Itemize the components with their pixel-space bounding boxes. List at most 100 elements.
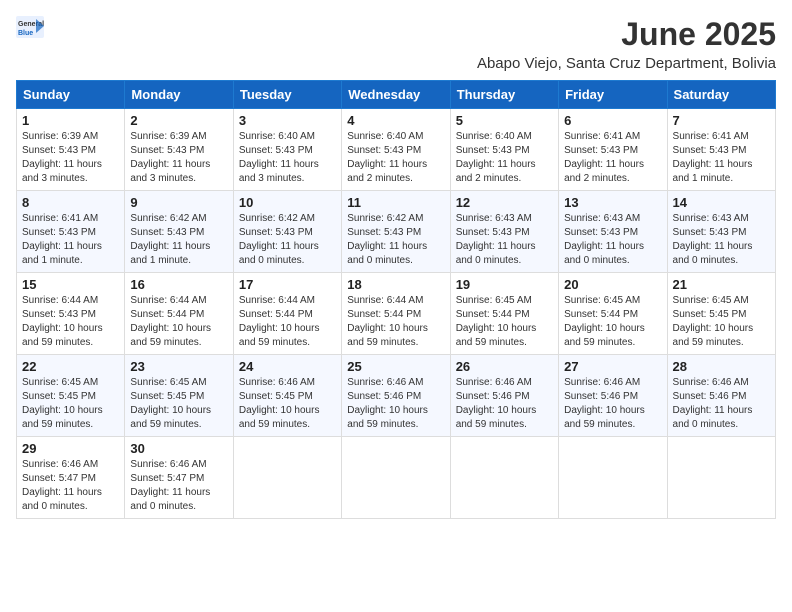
calendar-cell: 16 Sunrise: 6:44 AMSunset: 5:44 PMDayligh… xyxy=(125,273,233,355)
calendar-cell: 21Sunrise: 6:45 AMSunset: 5:45 PMDayligh… xyxy=(667,273,775,355)
calendar-cell: 28Sunrise: 6:46 AMSunset: 5:46 PMDayligh… xyxy=(667,355,775,437)
day-of-week-header: Tuesday xyxy=(233,81,341,109)
day-number: 4 xyxy=(347,113,444,128)
svg-text:Blue: Blue xyxy=(18,30,33,37)
calendar-cell xyxy=(667,437,775,519)
day-number: 2 xyxy=(130,113,227,128)
day-number: 5 xyxy=(456,113,553,128)
calendar-week-row: 15 Sunrise: 6:44 AMSunset: 5:43 PMDayligh… xyxy=(17,273,776,355)
day-number: 10 xyxy=(239,195,336,210)
logo: General Blue xyxy=(16,16,44,38)
calendar-cell: 17 Sunrise: 6:44 AMSunset: 5:44 PMDayligh… xyxy=(233,273,341,355)
calendar-cell: 24 Sunrise: 6:46 AMSunset: 5:45 PMDayligh… xyxy=(233,355,341,437)
cell-info: Sunrise: 6:42 AMSunset: 5:43 PMDaylight:… xyxy=(130,212,227,268)
day-number: 24 xyxy=(239,359,336,374)
cell-info: Sunrise: 6:46 AMSunset: 5:46 PMDaylight:… xyxy=(347,376,444,432)
day-number: 12 xyxy=(456,195,553,210)
calendar-cell: 3Sunrise: 6:40 AMSunset: 5:43 PMDaylight… xyxy=(233,109,341,191)
calendar-cell: 12Sunrise: 6:43 AMSunset: 5:43 PMDayligh… xyxy=(450,191,558,273)
cell-info: Sunrise: 6:45 AMSunset: 5:45 PMDaylight:… xyxy=(673,294,770,350)
day-number: 17 xyxy=(239,277,336,292)
cell-info: Sunrise: 6:46 AMSunset: 5:47 PMDaylight:… xyxy=(130,458,227,514)
cell-info: Sunrise: 6:39 AMSunset: 5:43 PMDaylight:… xyxy=(130,130,227,186)
day-number: 29 xyxy=(22,441,119,456)
day-number: 22 xyxy=(22,359,119,374)
cell-info: Sunrise: 6:40 AMSunset: 5:43 PMDaylight:… xyxy=(347,130,444,186)
calendar-cell: 26 Sunrise: 6:46 AMSunset: 5:46 PMDayligh… xyxy=(450,355,558,437)
day-of-week-header: Thursday xyxy=(450,81,558,109)
day-number: 8 xyxy=(22,195,119,210)
day-of-week-header: Saturday xyxy=(667,81,775,109)
title-area: June 2025 Abapo Viejo, Santa Cruz Depart… xyxy=(477,16,776,72)
calendar-cell: 5 Sunrise: 6:40 AMSunset: 5:43 PMDaylight… xyxy=(450,109,558,191)
cell-info: Sunrise: 6:46 AMSunset: 5:47 PMDaylight:… xyxy=(22,458,119,514)
calendar-week-row: 1 Sunrise: 6:39 AMSunset: 5:43 PMDaylight… xyxy=(17,109,776,191)
cell-info: Sunrise: 6:46 AMSunset: 5:45 PMDaylight:… xyxy=(239,376,336,432)
calendar-cell: 25 Sunrise: 6:46 AMSunset: 5:46 PMDayligh… xyxy=(342,355,450,437)
day-of-week-header: Sunday xyxy=(17,81,125,109)
cell-info: Sunrise: 6:45 AMSunset: 5:44 PMDaylight:… xyxy=(564,294,661,350)
calendar-cell xyxy=(233,437,341,519)
cell-info: Sunrise: 6:43 AMSunset: 5:43 PMDaylight:… xyxy=(673,212,770,268)
cell-info: Sunrise: 6:46 AMSunset: 5:46 PMDaylight:… xyxy=(456,376,553,432)
cell-info: Sunrise: 6:46 AMSunset: 5:46 PMDaylight:… xyxy=(673,376,770,432)
calendar-cell: 4 Sunrise: 6:40 AMSunset: 5:43 PMDaylight… xyxy=(342,109,450,191)
location-subtitle: Abapo Viejo, Santa Cruz Department, Boli… xyxy=(477,55,776,72)
calendar-cell: 30Sunrise: 6:46 AMSunset: 5:47 PMDayligh… xyxy=(125,437,233,519)
calendar-cell: 10 Sunrise: 6:42 AMSunset: 5:43 PMDayligh… xyxy=(233,191,341,273)
logo-icon: General Blue xyxy=(16,16,44,38)
day-of-week-header: Friday xyxy=(559,81,667,109)
calendar-cell xyxy=(342,437,450,519)
calendar-cell: 15 Sunrise: 6:44 AMSunset: 5:43 PMDayligh… xyxy=(17,273,125,355)
day-number: 1 xyxy=(22,113,119,128)
cell-info: Sunrise: 6:45 AMSunset: 5:45 PMDaylight:… xyxy=(130,376,227,432)
day-number: 3 xyxy=(239,113,336,128)
day-number: 13 xyxy=(564,195,661,210)
cell-info: Sunrise: 6:41 AMSunset: 5:43 PMDaylight:… xyxy=(673,130,770,186)
header: General Blue June 2025 Abapo Viejo, Sant… xyxy=(16,16,776,72)
cell-info: Sunrise: 6:41 AMSunset: 5:43 PMDaylight:… xyxy=(22,212,119,268)
day-number: 25 xyxy=(347,359,444,374)
calendar-cell: 1 Sunrise: 6:39 AMSunset: 5:43 PMDaylight… xyxy=(17,109,125,191)
day-number: 23 xyxy=(130,359,227,374)
calendar-cell: 19 Sunrise: 6:45 AMSunset: 5:44 PMDayligh… xyxy=(450,273,558,355)
calendar-cell xyxy=(559,437,667,519)
cell-info: Sunrise: 6:46 AMSunset: 5:46 PMDaylight:… xyxy=(564,376,661,432)
calendar-cell: 2 Sunrise: 6:39 AMSunset: 5:43 PMDaylight… xyxy=(125,109,233,191)
cell-info: Sunrise: 6:39 AMSunset: 5:43 PMDaylight:… xyxy=(22,130,119,186)
day-number: 9 xyxy=(130,195,227,210)
cell-info: Sunrise: 6:45 AMSunset: 5:44 PMDaylight:… xyxy=(456,294,553,350)
calendar-week-row: 8 Sunrise: 6:41 AMSunset: 5:43 PMDaylight… xyxy=(17,191,776,273)
cell-info: Sunrise: 6:40 AMSunset: 5:43 PMDaylight:… xyxy=(456,130,553,186)
calendar-week-row: 29 Sunrise: 6:46 AMSunset: 5:47 PMDayligh… xyxy=(17,437,776,519)
cell-info: Sunrise: 6:44 AMSunset: 5:44 PMDaylight:… xyxy=(239,294,336,350)
day-of-week-header: Monday xyxy=(125,81,233,109)
day-number: 18 xyxy=(347,277,444,292)
cell-info: Sunrise: 6:44 AMSunset: 5:43 PMDaylight:… xyxy=(22,294,119,350)
calendar-table: SundayMondayTuesdayWednesdayThursdayFrid… xyxy=(16,80,776,519)
cell-info: Sunrise: 6:44 AMSunset: 5:44 PMDaylight:… xyxy=(347,294,444,350)
day-number: 15 xyxy=(22,277,119,292)
calendar-cell: 22Sunrise: 6:45 AMSunset: 5:45 PMDayligh… xyxy=(17,355,125,437)
day-number: 26 xyxy=(456,359,553,374)
cell-info: Sunrise: 6:42 AMSunset: 5:43 PMDaylight:… xyxy=(239,212,336,268)
cell-info: Sunrise: 6:42 AMSunset: 5:43 PMDaylight:… xyxy=(347,212,444,268)
month-year-title: June 2025 xyxy=(477,16,776,53)
day-number: 19 xyxy=(456,277,553,292)
day-number: 7 xyxy=(673,113,770,128)
calendar-cell: 27 Sunrise: 6:46 AMSunset: 5:46 PMDayligh… xyxy=(559,355,667,437)
calendar-cell: 14Sunrise: 6:43 AMSunset: 5:43 PMDayligh… xyxy=(667,191,775,273)
calendar-cell: 11Sunrise: 6:42 AMSunset: 5:43 PMDayligh… xyxy=(342,191,450,273)
day-of-week-header: Wednesday xyxy=(342,81,450,109)
calendar-cell: 6Sunrise: 6:41 AMSunset: 5:43 PMDaylight… xyxy=(559,109,667,191)
day-number: 27 xyxy=(564,359,661,374)
calendar-cell: 18 Sunrise: 6:44 AMSunset: 5:44 PMDayligh… xyxy=(342,273,450,355)
calendar-cell: 23 Sunrise: 6:45 AMSunset: 5:45 PMDayligh… xyxy=(125,355,233,437)
calendar-cell: 20Sunrise: 6:45 AMSunset: 5:44 PMDayligh… xyxy=(559,273,667,355)
calendar-week-row: 22 Sunrise: 6:45 AMSunset: 5:45 PMDayligh… xyxy=(17,355,776,437)
cell-info: Sunrise: 6:41 AMSunset: 5:43 PMDaylight:… xyxy=(564,130,661,186)
calendar-cell: 7 Sunrise: 6:41 AMSunset: 5:43 PMDaylight… xyxy=(667,109,775,191)
cell-info: Sunrise: 6:44 AMSunset: 5:44 PMDaylight:… xyxy=(130,294,227,350)
calendar-cell: 9 Sunrise: 6:42 AMSunset: 5:43 PMDaylight… xyxy=(125,191,233,273)
day-number: 16 xyxy=(130,277,227,292)
